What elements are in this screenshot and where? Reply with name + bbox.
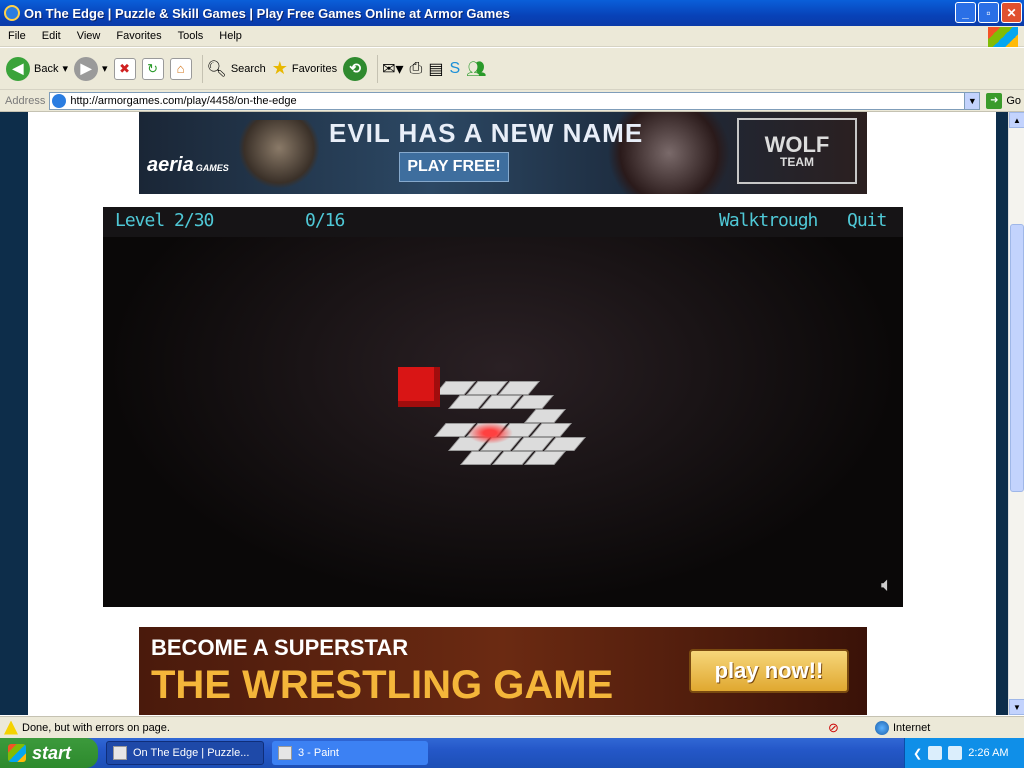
game-hud: Level 2/30 0/16 Walktrough Quit bbox=[103, 207, 903, 237]
walkthrough-link[interactable]: Walktrough bbox=[719, 210, 818, 231]
security-zone: Internet bbox=[893, 721, 931, 734]
ad-play-free-button[interactable]: PLAY FREE! bbox=[399, 152, 509, 182]
address-dropdown-icon[interactable]: ▼ bbox=[964, 91, 981, 110]
paint-task-icon bbox=[278, 746, 292, 760]
ad-banner-top[interactable]: aeria GAMES EVIL HAS A NEW NAME PLAY FREE… bbox=[139, 112, 867, 194]
address-label: Address bbox=[5, 94, 46, 107]
status-bar: Done, but with errors on page. ⊘ Interne… bbox=[0, 716, 1024, 738]
soldier-illustration bbox=[239, 120, 319, 190]
window-title: On The Edge | Puzzle & Skill Games | Pla… bbox=[24, 5, 510, 21]
go-button[interactable]: ➜ Go bbox=[986, 92, 1021, 109]
taskbar: start On The Edge | Puzzle... 3 - Paint … bbox=[0, 738, 1024, 768]
history-icon[interactable]: ⟲ bbox=[343, 56, 368, 81]
favorites-star-icon: ★ bbox=[271, 58, 288, 78]
menu-view[interactable]: View bbox=[69, 30, 109, 42]
menu-file[interactable]: File bbox=[0, 30, 34, 42]
level-indicator: Level 2/30 bbox=[115, 210, 214, 231]
address-input[interactable]: http://armorgames.com/play/4458/on-the-e… bbox=[49, 91, 966, 110]
forward-button[interactable]: ▶ ▾ bbox=[74, 56, 108, 81]
stop-icon[interactable]: ✖ bbox=[113, 57, 136, 80]
menu-bar: File Edit View Favorites Tools Help bbox=[0, 26, 1024, 47]
menu-favorites[interactable]: Favorites bbox=[108, 30, 169, 42]
red-cube-player bbox=[398, 367, 440, 407]
board-tile bbox=[524, 409, 566, 423]
back-button[interactable]: ◀ Back ▾ bbox=[6, 56, 68, 81]
scroll-thumb[interactable] bbox=[1010, 224, 1024, 492]
menu-help[interactable]: Help bbox=[211, 30, 250, 42]
skype-icon[interactable]: S bbox=[449, 60, 460, 78]
edit-icon[interactable]: ▤ bbox=[428, 59, 443, 79]
taskbar-item-paint[interactable]: 3 - Paint bbox=[272, 741, 428, 765]
popup-blocker-icon[interactable]: ⊘ bbox=[828, 720, 839, 736]
toolbar: ◀ Back ▾ ▶ ▾ ✖ ↻ ⌂ 🔍︎ Search ★ Favorites… bbox=[0, 48, 1024, 90]
close-button[interactable]: ✕ bbox=[1001, 2, 1022, 23]
taskbar-item-ie[interactable]: On The Edge | Puzzle... bbox=[106, 741, 264, 765]
menu-edit[interactable]: Edit bbox=[34, 30, 69, 42]
start-button[interactable]: start bbox=[0, 738, 98, 768]
windows-flag-icon bbox=[8, 744, 26, 762]
scroll-down-icon[interactable]: ▼ bbox=[1009, 699, 1024, 715]
ad-line1: BECOME A SUPERSTAR bbox=[151, 635, 409, 660]
status-text: Done, but with errors on page. bbox=[22, 721, 170, 734]
search-icon: 🔍︎ bbox=[206, 60, 227, 78]
scroll-up-icon[interactable]: ▲ bbox=[1009, 112, 1024, 128]
warning-icon[interactable] bbox=[4, 720, 18, 735]
ad-play-now-button[interactable]: play now!! bbox=[689, 649, 849, 693]
print-icon[interactable]: ⎙ bbox=[410, 60, 423, 78]
tray-expand-icon[interactable]: ❮ bbox=[913, 747, 922, 760]
sound-toggle-icon[interactable]: 🔈︎ bbox=[881, 574, 893, 597]
address-url: http://armorgames.com/play/4458/on-the-e… bbox=[70, 94, 297, 107]
messenger-tray-icon[interactable] bbox=[948, 746, 963, 760]
maximize-button[interactable]: ▫ bbox=[978, 2, 999, 23]
vertical-scrollbar[interactable]: ▲ ▼ bbox=[1008, 112, 1024, 715]
back-arrow-icon: ◀ bbox=[6, 56, 30, 81]
ie-icon bbox=[4, 5, 20, 21]
refresh-icon[interactable]: ↻ bbox=[141, 57, 164, 80]
goal-tile bbox=[467, 422, 513, 444]
windows-logo-icon bbox=[988, 27, 1018, 47]
ad-line2: THE WRESTLING GAME bbox=[151, 663, 614, 707]
clock[interactable]: 2:26 AM bbox=[968, 747, 1008, 759]
mail-icon[interactable]: ✉▾ bbox=[382, 59, 403, 79]
ad-brand: aeria GAMES bbox=[147, 154, 229, 176]
quit-link[interactable]: Quit bbox=[847, 210, 887, 231]
internet-zone-icon bbox=[875, 720, 889, 735]
system-tray: ❮ 2:26 AM bbox=[904, 738, 1024, 768]
back-dropdown-icon[interactable]: ▾ bbox=[62, 62, 68, 75]
network-icon[interactable] bbox=[928, 746, 943, 760]
minimize-button[interactable]: _ bbox=[955, 2, 976, 23]
messenger-icon[interactable]: 👥︎ bbox=[466, 59, 486, 79]
forward-arrow-icon: ▶ bbox=[74, 56, 98, 81]
search-button[interactable]: 🔍︎ Search bbox=[207, 59, 266, 79]
favorites-button[interactable]: ★ Favorites bbox=[272, 58, 337, 79]
wolf-team-logo: WOLF TEAM bbox=[737, 118, 857, 184]
home-icon[interactable]: ⌂ bbox=[169, 57, 192, 80]
address-bar: Address http://armorgames.com/play/4458/… bbox=[0, 90, 1024, 112]
toolbar-separator bbox=[377, 54, 379, 83]
go-arrow-icon: ➜ bbox=[986, 92, 1003, 109]
move-counter: 0/16 bbox=[305, 210, 345, 231]
ad-headline: EVIL HAS A NEW NAME bbox=[329, 118, 644, 148]
forward-dropdown-icon[interactable]: ▾ bbox=[102, 62, 108, 75]
ie-task-icon bbox=[113, 746, 127, 760]
game-canvas[interactable]: Level 2/30 0/16 Walktrough Quit 🔈︎ bbox=[103, 207, 903, 607]
menu-tools[interactable]: Tools bbox=[170, 30, 212, 42]
title-bar: On The Edge | Puzzle & Skill Games | Pla… bbox=[0, 0, 1024, 26]
page-icon bbox=[52, 93, 67, 108]
toolbar-separator bbox=[201, 54, 203, 83]
ad-banner-bottom[interactable]: BECOME A SUPERSTAR THE WRESTLING GAME pl… bbox=[139, 627, 867, 715]
